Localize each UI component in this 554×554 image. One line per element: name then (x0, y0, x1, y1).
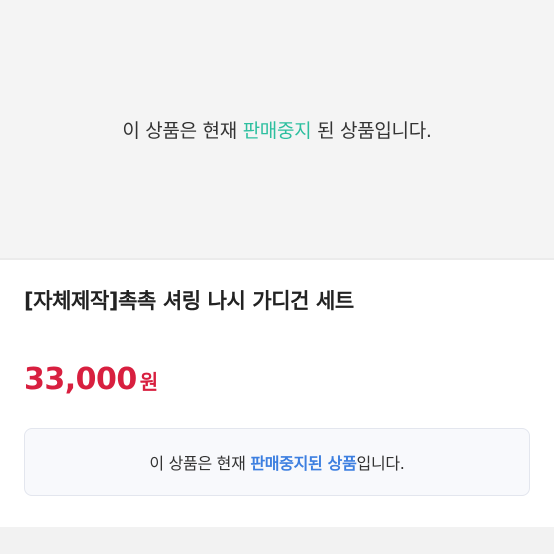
notice-highlight: 판매중지된 상품 (250, 454, 357, 473)
banner-suffix: 된 상품입니다. (311, 119, 432, 142)
bottom-section-divider (0, 527, 554, 554)
product-price: 33,000 원 (24, 362, 158, 397)
notice-suffix: 입니다. (356, 454, 405, 473)
product-title: [자체제작]촉촉 셔링 나시 가디건 세트 (24, 289, 354, 313)
price-unit: 원 (139, 370, 159, 394)
sold-out-notice: 이 상품은 현재 판매중지된 상품입니다. (24, 428, 530, 496)
banner-prefix: 이 상품은 현재 (122, 119, 243, 142)
banner-message: 이 상품은 현재 판매중지 된 상품입니다. (122, 116, 432, 143)
section-divider (0, 258, 554, 260)
price-value: 33,000 (24, 362, 137, 397)
sold-out-banner: 이 상품은 현재 판매중지 된 상품입니다. (0, 0, 554, 258)
notice-prefix: 이 상품은 현재 (149, 454, 251, 473)
banner-highlight: 판매중지 (242, 119, 312, 142)
notice-message: 이 상품은 현재 판매중지된 상품입니다. (149, 450, 404, 474)
